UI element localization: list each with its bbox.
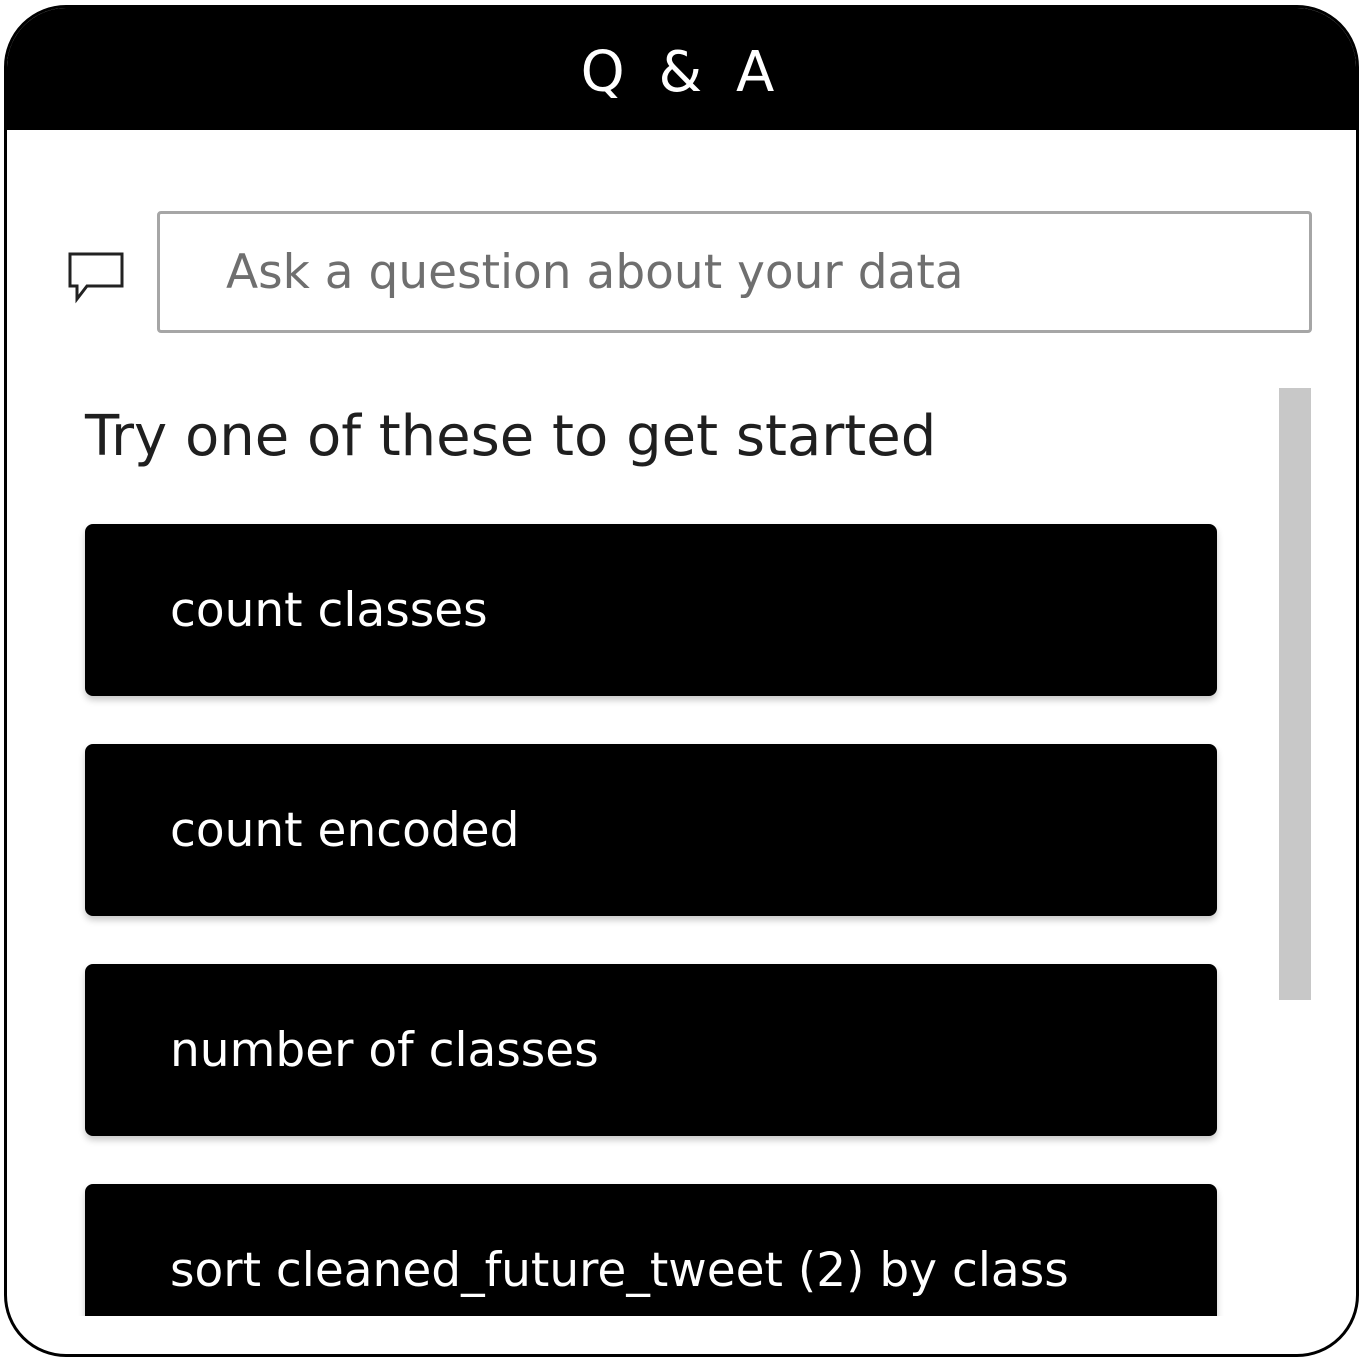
suggestion-button[interactable]: count encoded — [85, 744, 1217, 916]
suggestions-list: Try one of these to get started count cl… — [7, 386, 1356, 1316]
suggestion-label: count classes — [170, 582, 488, 638]
search-box[interactable] — [157, 211, 1312, 333]
suggestion-button[interactable]: number of classes — [85, 964, 1217, 1136]
scrollbar-thumb[interactable] — [1279, 388, 1311, 1000]
qna-panel: Q & A Try one of these to get started co… — [4, 5, 1359, 1357]
suggestion-label: count encoded — [170, 802, 520, 858]
suggestion-label: sort cleaned_future_tweet (2) by class — [170, 1242, 1069, 1298]
question-input[interactable] — [160, 214, 1309, 330]
header-title: Q & A — [580, 40, 783, 105]
suggestions-heading: Try one of these to get started — [85, 404, 937, 469]
scrollbar[interactable] — [1279, 388, 1311, 1000]
qna-header: Q & A — [7, 8, 1356, 130]
suggestion-button[interactable]: sort cleaned_future_tweet (2) by class — [85, 1184, 1217, 1316]
suggestion-button[interactable]: count classes — [85, 524, 1217, 696]
suggestion-label: number of classes — [170, 1022, 599, 1078]
chat-bubble-icon — [67, 251, 125, 305]
